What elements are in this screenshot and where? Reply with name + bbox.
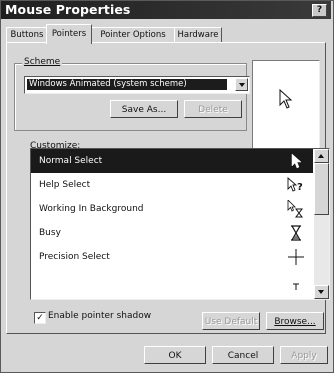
title-bar[interactable]: Mouse Properties ? — [1, 1, 331, 19]
cursor-preview — [252, 60, 320, 149]
tab-pointers[interactable]: Pointers — [46, 24, 92, 44]
tab-pointer-options[interactable]: Pointer Options — [90, 27, 176, 43]
working-background-cursor-icon — [287, 200, 303, 218]
help-cursor-icon: ? — [287, 177, 303, 193]
crosshair-cursor-icon — [288, 249, 304, 265]
list-item-text-select[interactable] — [31, 269, 313, 293]
arrow-help-cursor-icon — [279, 89, 293, 109]
use-default-button[interactable]: Use Default — [202, 312, 260, 330]
save-as-label: Save As... — [121, 105, 167, 115]
list-scrollbar[interactable] — [314, 149, 329, 299]
save-as-button[interactable]: Save As... — [110, 100, 178, 118]
browse-label: Browse... — [274, 317, 316, 327]
scroll-up-icon[interactable] — [314, 149, 329, 163]
list-item-help-select[interactable]: Help Select ? — [31, 173, 313, 197]
window-title: Mouse Properties — [5, 2, 131, 17]
apply-label: Apply — [291, 351, 317, 361]
list-item-label: Busy — [39, 228, 61, 238]
svg-text:?: ? — [297, 182, 303, 193]
delete-label: Delete — [198, 105, 228, 115]
help-button[interactable]: ? — [312, 4, 327, 17]
tab-hardware[interactable]: Hardware — [174, 27, 222, 43]
list-item-busy[interactable]: Busy — [31, 221, 313, 245]
pointer-shadow-checkbox[interactable]: ✓ — [34, 312, 46, 324]
chevron-down-icon[interactable] — [235, 78, 248, 91]
list-item-normal-select[interactable]: Normal Select — [31, 149, 313, 173]
list-item-precision-select[interactable]: Precision Select — [31, 245, 313, 269]
browse-button[interactable]: Browse... — [266, 312, 324, 330]
text-select-cursor-icon — [293, 283, 299, 290]
list-item-label: Normal Select — [39, 156, 103, 166]
apply-button[interactable]: Apply — [280, 346, 328, 364]
list-item-label: Help Select — [39, 180, 91, 190]
arrow-cursor-icon — [291, 153, 302, 169]
use-default-label: Use Default — [204, 317, 258, 327]
hourglass-cursor-icon — [291, 225, 301, 241]
ok-label: OK — [168, 351, 182, 361]
scroll-down-icon[interactable] — [314, 285, 329, 299]
cancel-label: Cancel — [227, 351, 259, 361]
ok-button[interactable]: OK — [144, 346, 206, 364]
delete-button[interactable]: Delete — [184, 100, 242, 118]
tab-buttons[interactable]: Buttons — [6, 27, 48, 43]
cancel-button[interactable]: Cancel — [212, 346, 274, 364]
scheme-groupbox — [14, 63, 247, 131]
scheme-label: Scheme — [22, 57, 63, 68]
cursor-list[interactable]: Normal Select Help Select ? Working In B… — [30, 148, 330, 300]
scroll-thumb[interactable] — [314, 163, 329, 215]
scheme-selected-value: Windows Animated (system scheme) — [27, 79, 227, 90]
list-item-label: Precision Select — [39, 252, 110, 262]
list-item-label: Working In Background — [39, 204, 144, 214]
scheme-dropdown[interactable]: Windows Animated (system scheme) — [24, 76, 250, 94]
pointer-shadow-label[interactable]: Enable pointer shadow — [48, 311, 151, 321]
list-item-working-in-background[interactable]: Working In Background — [31, 197, 313, 221]
